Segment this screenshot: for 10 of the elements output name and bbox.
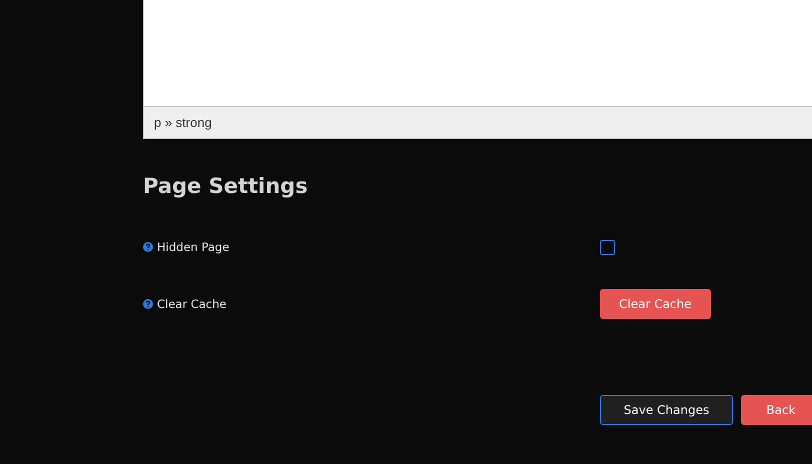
back-button[interactable]: Back: [741, 395, 812, 425]
help-icon[interactable]: [143, 242, 153, 252]
element-path: p » strong: [154, 115, 212, 130]
section-title: Page Settings: [143, 173, 309, 199]
help-icon[interactable]: [143, 299, 153, 309]
save-button[interactable]: Save Changes: [600, 395, 733, 425]
clear-cache-button[interactable]: Clear Cache: [600, 289, 711, 319]
setting-label: Clear Cache: [157, 297, 226, 311]
setting-label: Hidden Page: [157, 240, 230, 254]
checkbox[interactable]: [600, 240, 615, 254]
